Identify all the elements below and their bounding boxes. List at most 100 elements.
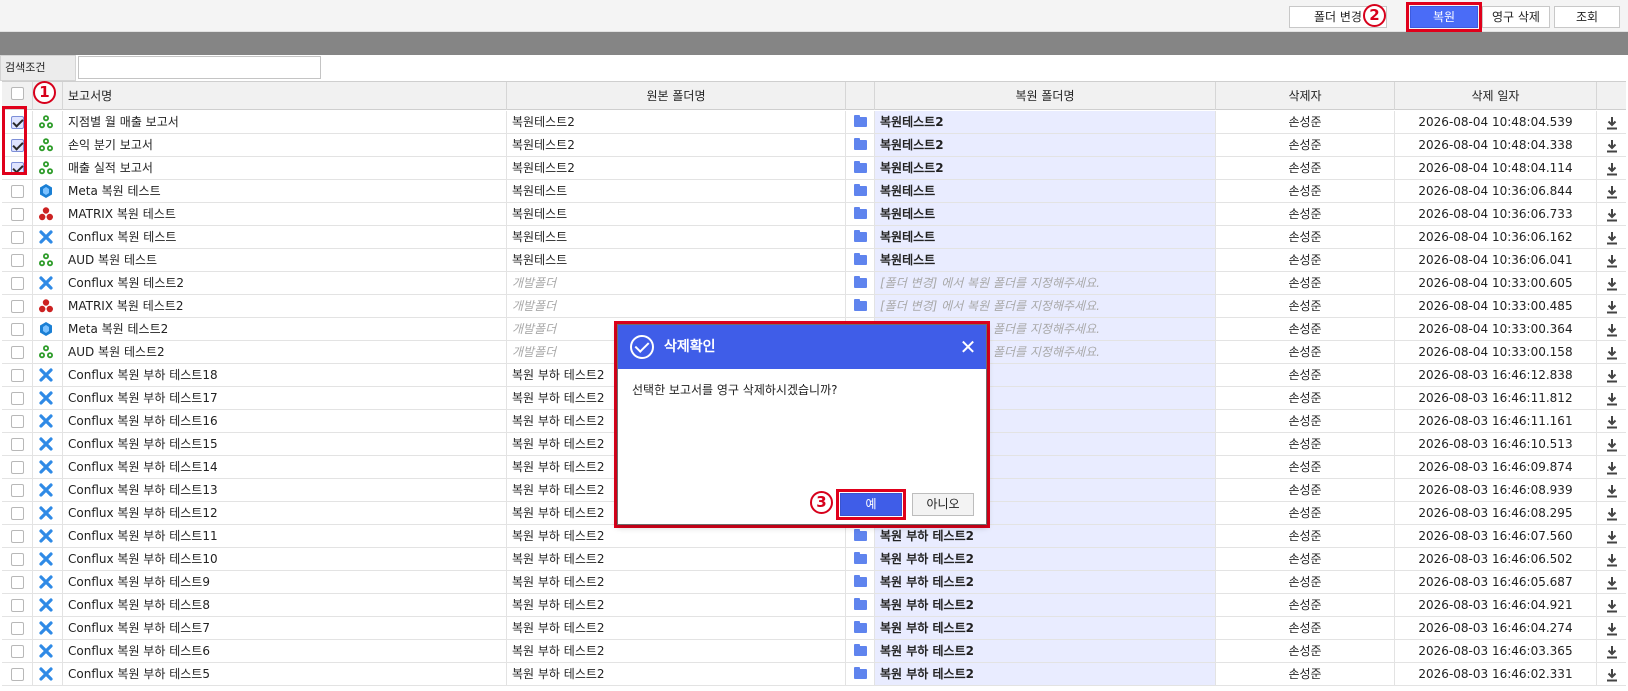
header-restore-folder[interactable]: 복원 폴더명 bbox=[875, 82, 1216, 110]
folder-icon[interactable] bbox=[854, 552, 867, 564]
table-row[interactable]: MATRIX 복원 테스트2 개발폴더 [폴더 변경] 에서 복원 폴더를 지정해주… bbox=[2, 295, 1626, 318]
download-icon[interactable] bbox=[1605, 161, 1619, 176]
search-button[interactable]: 조회 bbox=[1554, 6, 1620, 28]
table-row[interactable]: AUD 복원 테스트 복원테스트 복원테스트 손성준 2026-08-04 10:36:… bbox=[2, 249, 1626, 272]
download-icon[interactable] bbox=[1605, 437, 1619, 452]
search-condition-input[interactable] bbox=[78, 56, 321, 79]
permanent-delete-button[interactable]: 영구 삭제 bbox=[1482, 6, 1550, 28]
download-icon[interactable] bbox=[1605, 115, 1619, 130]
confirm-yes-button[interactable]: 예 bbox=[836, 489, 906, 520]
table-row[interactable]: Conflux 복원 테스트2 개발폴더 [폴더 변경] 에서 복원 폴더를 지정해… bbox=[2, 272, 1626, 295]
close-icon[interactable]: ✕ bbox=[958, 337, 978, 357]
download-icon[interactable] bbox=[1605, 414, 1619, 429]
row-checkbox[interactable] bbox=[11, 139, 24, 152]
folder-icon[interactable] bbox=[854, 299, 867, 311]
table-row[interactable]: 지점별 월 매출 보고서 복원테스트2 복원테스트2 손성준 2026-08-04 10… bbox=[2, 111, 1626, 134]
download-icon[interactable] bbox=[1605, 207, 1619, 222]
header-source-folder[interactable]: 원본 폴더명 bbox=[507, 82, 846, 110]
select-all-checkbox[interactable] bbox=[11, 87, 24, 100]
download-icon[interactable] bbox=[1605, 253, 1619, 268]
table-row[interactable]: 매출 실적 보고서 복원테스트2 복원테스트2 손성준 2026-08-04 10:48… bbox=[2, 157, 1626, 180]
download-icon[interactable] bbox=[1605, 322, 1619, 337]
download-icon[interactable] bbox=[1605, 644, 1619, 659]
table-row[interactable]: MATRIX 복원 테스트 복원테스트 복원테스트 손성준 2026-08-04 10:… bbox=[2, 203, 1626, 226]
download-icon[interactable] bbox=[1605, 575, 1619, 590]
folder-icon[interactable] bbox=[854, 184, 867, 196]
restore-button[interactable]: 복원 bbox=[1406, 2, 1482, 32]
download-icon[interactable] bbox=[1605, 667, 1619, 682]
row-checkbox[interactable] bbox=[11, 116, 24, 129]
row-checkbox[interactable] bbox=[11, 461, 24, 474]
header-deleted-by[interactable]: 삭제자 bbox=[1216, 82, 1395, 110]
header-deleted-at[interactable]: 삭제 일자 bbox=[1395, 82, 1597, 110]
folder-icon[interactable] bbox=[854, 621, 867, 633]
table-row[interactable]: Meta 복원 테스트 복원테스트 복원테스트 손성준 2026-08-04 10:36… bbox=[2, 180, 1626, 203]
type-cell bbox=[33, 226, 63, 248]
report-name: Conflux 복원 부하 테스트12 bbox=[63, 502, 507, 524]
row-checkbox[interactable] bbox=[11, 277, 24, 290]
download-icon[interactable] bbox=[1605, 483, 1619, 498]
row-checkbox[interactable] bbox=[11, 438, 24, 451]
folder-icon[interactable] bbox=[854, 161, 867, 173]
row-checkbox[interactable] bbox=[11, 208, 24, 221]
folder-icon[interactable] bbox=[854, 667, 867, 679]
folder-icon[interactable] bbox=[854, 529, 867, 541]
download-icon[interactable] bbox=[1605, 184, 1619, 199]
header-report-name[interactable]: 보고서명 bbox=[63, 82, 507, 110]
row-checkbox[interactable] bbox=[11, 622, 24, 635]
table-row[interactable]: Conflux 복원 부하 테스트8 복원 부하 테스트2 복원 부하 테스트2 손성… bbox=[2, 594, 1626, 617]
folder-icon[interactable] bbox=[854, 644, 867, 656]
download-icon[interactable] bbox=[1605, 529, 1619, 544]
row-checkbox[interactable] bbox=[11, 668, 24, 681]
table-row[interactable]: Conflux 복원 부하 테스트6 복원 부하 테스트2 복원 부하 테스트2 손성… bbox=[2, 640, 1626, 663]
download-icon[interactable] bbox=[1605, 506, 1619, 521]
download-icon[interactable] bbox=[1605, 276, 1619, 291]
folder-icon[interactable] bbox=[854, 115, 867, 127]
download-icon[interactable] bbox=[1605, 552, 1619, 567]
download-icon[interactable] bbox=[1605, 138, 1619, 153]
row-checkbox[interactable] bbox=[11, 484, 24, 497]
row-checkbox[interactable] bbox=[11, 231, 24, 244]
table-row[interactable]: Conflux 복원 부하 테스트10 복원 부하 테스트2 복원 부하 테스트2 손… bbox=[2, 548, 1626, 571]
row-checkbox[interactable] bbox=[11, 392, 24, 405]
row-checkbox[interactable] bbox=[11, 553, 24, 566]
folder-icon[interactable] bbox=[854, 230, 867, 242]
table-row[interactable]: Conflux 복원 테스트 복원테스트 복원테스트 손성준 2026-08-04 10… bbox=[2, 226, 1626, 249]
report-name: Conflux 복원 테스트 bbox=[63, 226, 507, 248]
row-checkbox[interactable] bbox=[11, 300, 24, 313]
row-checkbox[interactable] bbox=[11, 254, 24, 267]
row-checkbox[interactable] bbox=[11, 323, 24, 336]
download-icon[interactable] bbox=[1605, 460, 1619, 475]
table-row[interactable]: Conflux 복원 부하 테스트7 복원 부하 테스트2 복원 부하 테스트2 손성… bbox=[2, 617, 1626, 640]
download-icon[interactable] bbox=[1605, 598, 1619, 613]
row-checkbox[interactable] bbox=[11, 369, 24, 382]
download-icon[interactable] bbox=[1605, 345, 1619, 360]
confirm-no-button[interactable]: 아니오 bbox=[912, 493, 974, 516]
folder-icon[interactable] bbox=[854, 598, 867, 610]
download-icon[interactable] bbox=[1605, 299, 1619, 314]
row-checkbox[interactable] bbox=[11, 507, 24, 520]
row-checkbox[interactable] bbox=[11, 415, 24, 428]
folder-icon[interactable] bbox=[854, 276, 867, 288]
download-icon[interactable] bbox=[1605, 368, 1619, 383]
row-checkbox[interactable] bbox=[11, 645, 24, 658]
table-row[interactable]: 손익 분기 보고서 복원테스트2 복원테스트2 손성준 2026-08-04 10:48… bbox=[2, 134, 1626, 157]
folder-icon[interactable] bbox=[854, 138, 867, 150]
table-row[interactable]: Conflux 복원 부하 테스트9 복원 부하 테스트2 복원 부하 테스트2 손성… bbox=[2, 571, 1626, 594]
row-checkbox[interactable] bbox=[11, 530, 24, 543]
restore-folder: 복원테스트 bbox=[875, 180, 1216, 202]
download-icon[interactable] bbox=[1605, 621, 1619, 636]
folder-icon[interactable] bbox=[854, 253, 867, 265]
folder-icon[interactable] bbox=[854, 575, 867, 587]
folder-icon[interactable] bbox=[854, 207, 867, 219]
table-row[interactable]: Conflux 복원 부하 테스트11 복원 부하 테스트2 복원 부하 테스트2 손… bbox=[2, 525, 1626, 548]
table-row[interactable]: Conflux 복원 부하 테스트5 복원 부하 테스트2 복원 부하 테스트2 손성… bbox=[2, 663, 1626, 686]
download-icon[interactable] bbox=[1605, 230, 1619, 245]
row-checkbox[interactable] bbox=[11, 162, 24, 175]
download-icon[interactable] bbox=[1605, 391, 1619, 406]
row-checkbox[interactable] bbox=[11, 599, 24, 612]
row-checkbox[interactable] bbox=[11, 346, 24, 359]
row-checkbox[interactable] bbox=[11, 185, 24, 198]
dialog-title: 삭제확인 bbox=[664, 339, 716, 355]
row-checkbox[interactable] bbox=[11, 576, 24, 589]
